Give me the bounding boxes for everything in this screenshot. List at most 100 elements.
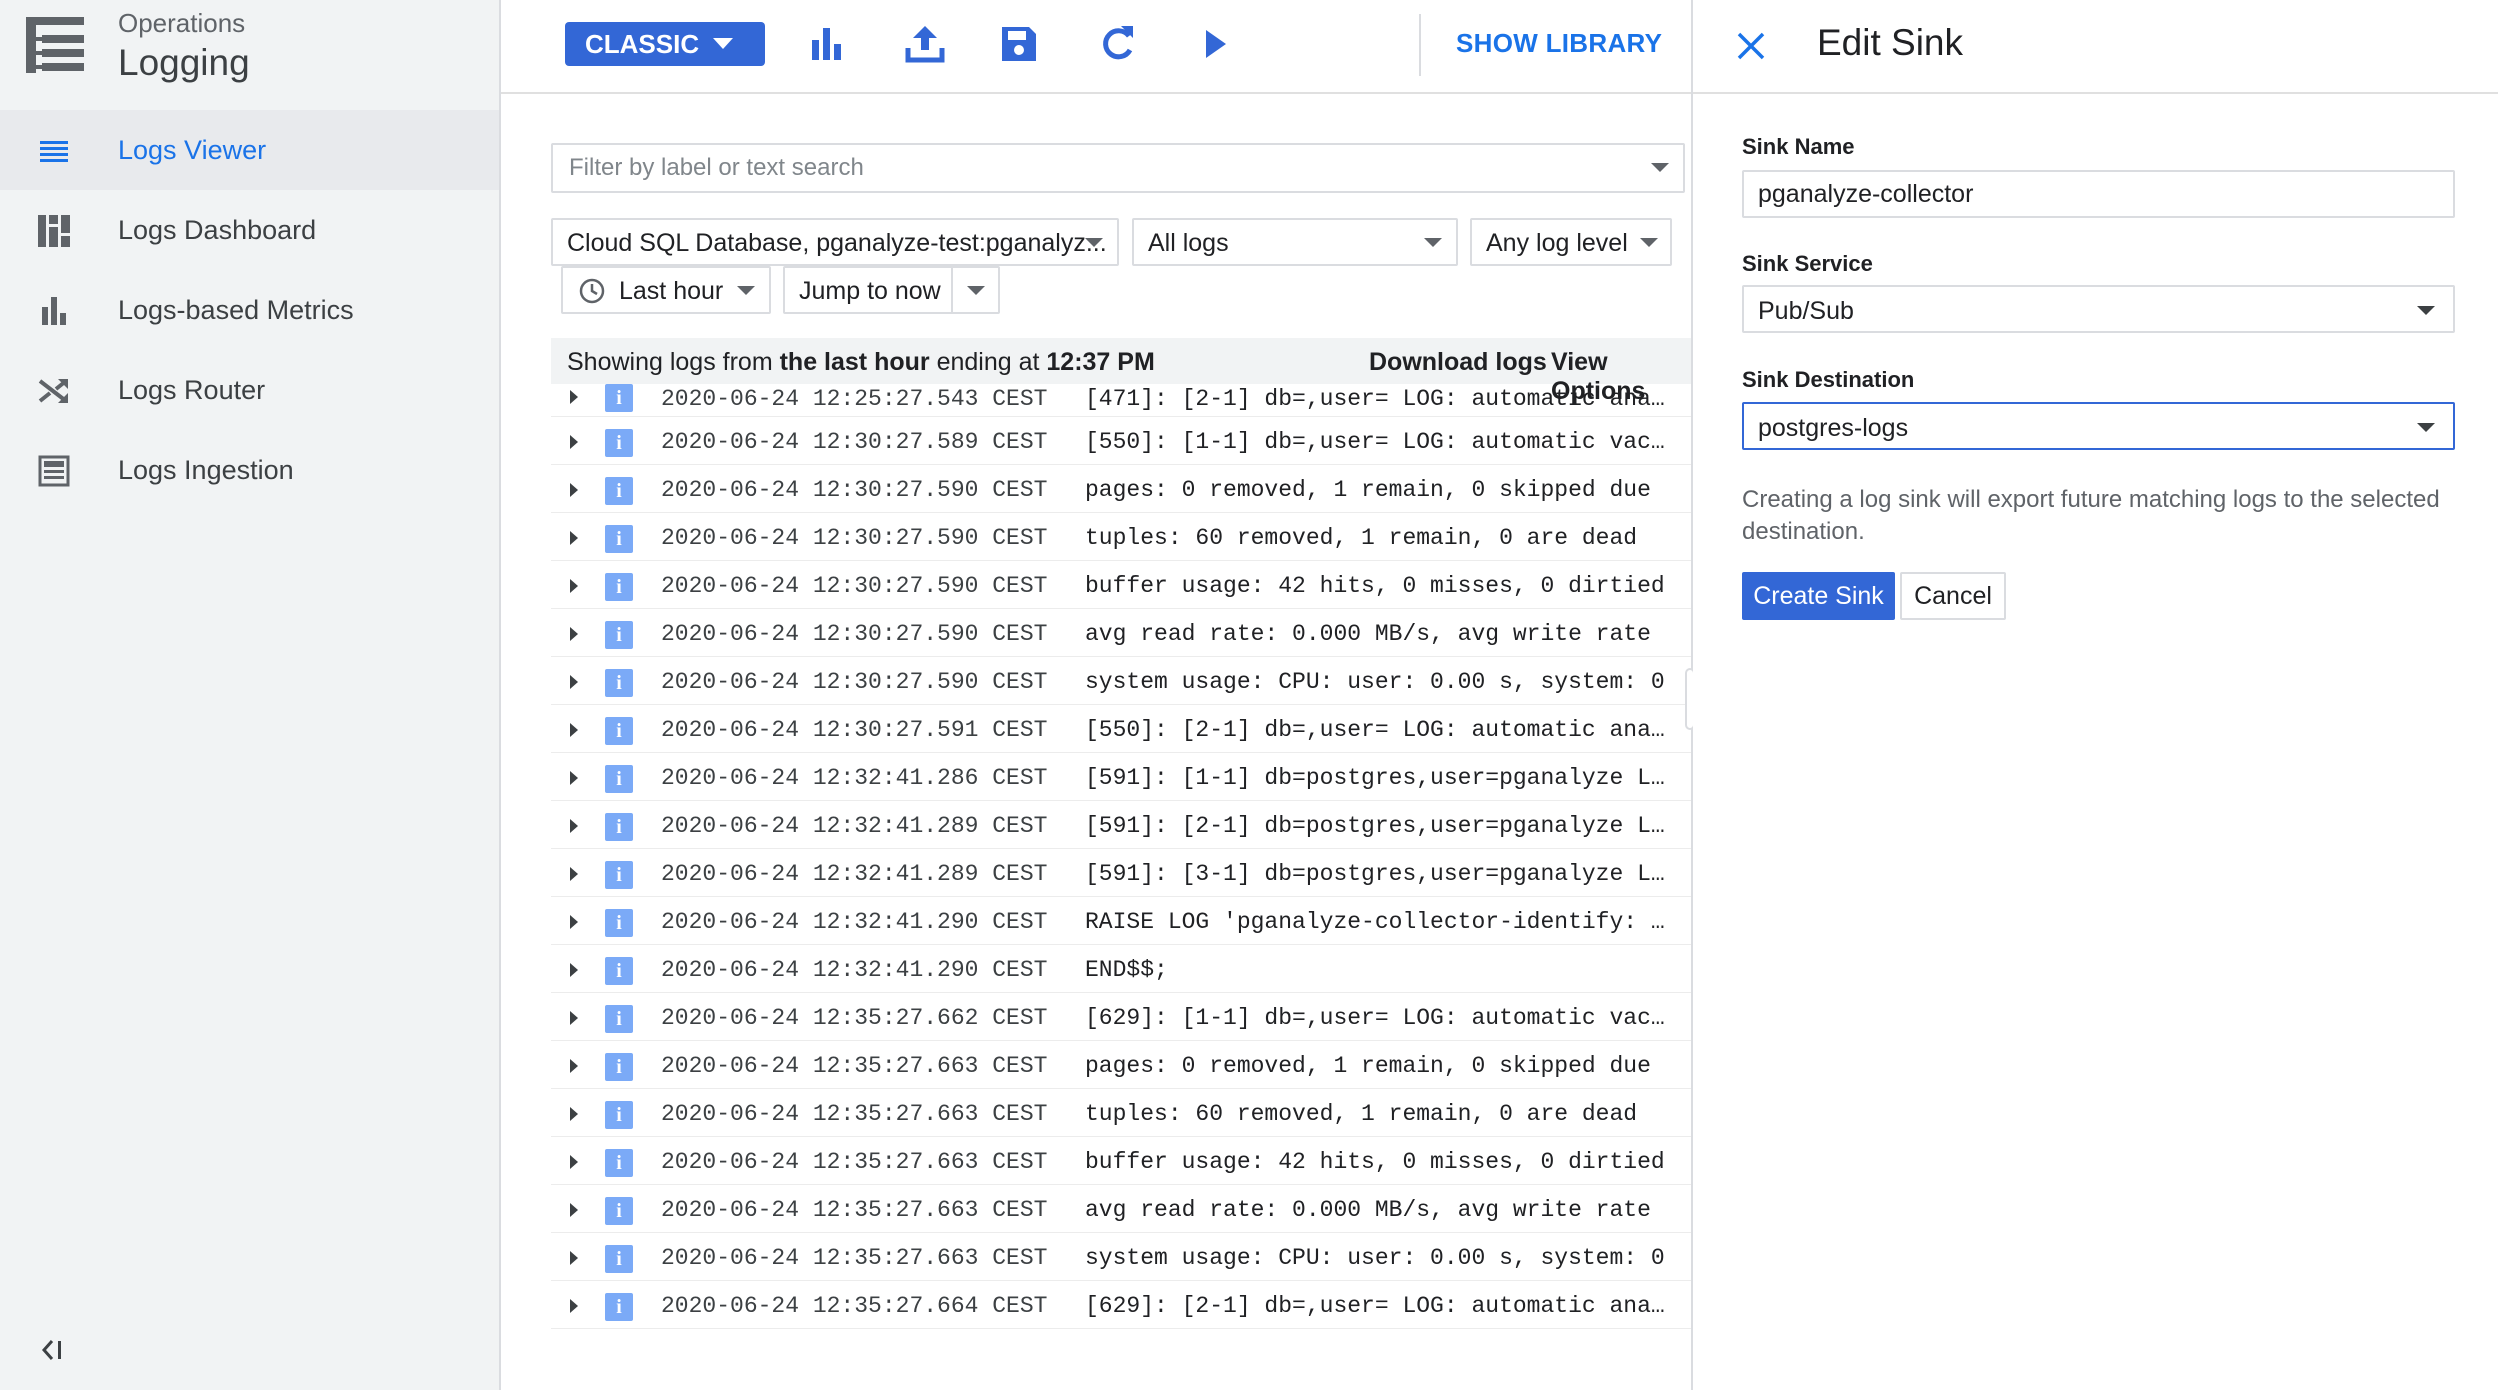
log-message: buffer usage: 42 hits, 0 misses, 0 dirti…	[1085, 1149, 1665, 1175]
expand-arrow-icon[interactable]	[570, 1155, 578, 1169]
chevron-down-icon	[1424, 238, 1442, 247]
clock-icon	[579, 278, 605, 304]
log-row[interactable]: i 2020-06-24 12:35:27.662 CEST [629]: [1-1…	[551, 993, 1691, 1041]
log-row[interactable]: i 2020-06-24 12:30:27.590 CEST avg read ra…	[551, 609, 1691, 657]
expand-arrow-icon[interactable]	[570, 579, 578, 593]
chevron-down-icon[interactable]	[1651, 163, 1669, 172]
shuffle-icon	[38, 379, 68, 403]
info-severity-icon: i	[605, 717, 633, 745]
log-timestamp: 2020-06-24 12:32:41.289 CEST	[661, 861, 1048, 887]
refresh-icon[interactable]	[1095, 22, 1139, 66]
play-icon[interactable]	[1192, 22, 1236, 66]
chevron-down-icon[interactable]	[967, 286, 985, 295]
status-range: the last hour	[779, 348, 930, 376]
log-row[interactable]: i 2020-06-24 12:30:27.590 CEST pages: 0 re…	[551, 465, 1691, 513]
info-severity-icon: i	[605, 477, 633, 505]
save-icon[interactable]	[997, 22, 1041, 66]
expand-arrow-icon[interactable]	[570, 435, 578, 449]
log-message: [629]: [1-1] db=,user= LOG: automatic va…	[1085, 1005, 1677, 1031]
expand-arrow-icon[interactable]	[570, 1299, 578, 1313]
log-row[interactable]: i 2020-06-24 12:35:27.663 CEST system usag…	[551, 1233, 1691, 1281]
log-row[interactable]: i 2020-06-24 12:32:41.289 CEST [591]: [3-1…	[551, 849, 1691, 897]
expand-arrow-icon[interactable]	[570, 531, 578, 545]
info-severity-icon: i	[605, 1197, 633, 1225]
create-sink-button[interactable]: Create Sink	[1742, 572, 1895, 620]
expand-arrow-icon[interactable]	[570, 819, 578, 833]
log-timestamp: 2020-06-24 12:35:27.664 CEST	[661, 1293, 1048, 1319]
resource-selector[interactable]: Cloud SQL Database, pganalyze-test:pgana…	[551, 218, 1119, 266]
log-timestamp: 2020-06-24 12:35:27.662 CEST	[661, 1005, 1048, 1031]
nav-item-logs-based-metrics[interactable]: Logs-based Metrics	[0, 270, 499, 350]
expand-arrow-icon[interactable]	[570, 1107, 578, 1121]
log-row[interactable]: i 2020-06-24 12:25:27.543 CEST [471]: [2-1…	[551, 384, 1691, 417]
log-timestamp: 2020-06-24 12:30:27.590 CEST	[661, 669, 1048, 695]
log-message: system usage: CPU: user: 0.00 s, system:…	[1085, 669, 1665, 695]
classic-label: CLASSIC	[585, 28, 700, 59]
sink-destination-value: postgres-logs	[1758, 414, 1909, 442]
log-level-selector[interactable]: Any log level	[1470, 218, 1672, 266]
log-row[interactable]: i 2020-06-24 12:32:41.290 CEST RAISE LOG '…	[551, 897, 1691, 945]
log-row[interactable]: i 2020-06-24 12:30:27.591 CEST [550]: [2-1…	[551, 705, 1691, 753]
log-level-selector-value: Any log level	[1486, 229, 1628, 257]
expand-arrow-icon[interactable]	[570, 1011, 578, 1025]
expand-arrow-icon[interactable]	[570, 963, 578, 977]
dashboard-icon	[38, 215, 70, 247]
nav-item-logs-dashboard[interactable]: Logs Dashboard	[0, 190, 499, 270]
classic-mode-dropdown[interactable]: CLASSIC	[565, 22, 765, 66]
expand-arrow-icon[interactable]	[570, 483, 578, 497]
expand-arrow-icon[interactable]	[570, 390, 578, 404]
nav-item-logs-router[interactable]: Logs Router	[0, 350, 499, 430]
upload-icon[interactable]	[903, 22, 947, 66]
info-severity-icon: i	[605, 384, 633, 412]
expand-arrow-icon[interactable]	[570, 627, 578, 641]
log-row[interactable]: i 2020-06-24 12:32:41.286 CEST [591]: [1-1…	[551, 753, 1691, 801]
log-row[interactable]: i 2020-06-24 12:30:27.590 CEST tuples: 60 …	[551, 513, 1691, 561]
expand-arrow-icon[interactable]	[570, 771, 578, 785]
jump-to-now-button[interactable]: Jump to now	[799, 277, 941, 306]
expand-arrow-icon[interactable]	[570, 1059, 578, 1073]
log-row[interactable]: i 2020-06-24 12:35:27.663 CEST tuples: 60 …	[551, 1089, 1691, 1137]
download-logs-button[interactable]: Download logs	[1369, 348, 1547, 377]
log-row[interactable]: i 2020-06-24 12:32:41.289 CEST [591]: [2-1…	[551, 801, 1691, 849]
cancel-button[interactable]: Cancel	[1900, 572, 2006, 620]
time-range-selector[interactable]: Last hour	[561, 266, 771, 314]
log-row[interactable]: i 2020-06-24 12:30:27.590 CEST buffer usag…	[551, 561, 1691, 609]
sink-service-select[interactable]: Pub/Sub	[1742, 285, 2455, 333]
nav-label: Logs Ingestion	[118, 454, 294, 485]
filter-search-input[interactable]	[553, 145, 1623, 191]
show-library-button[interactable]: SHOW LIBRARY	[1456, 28, 1662, 59]
log-entry-list[interactable]: i 2020-06-24 12:25:27.543 CEST [471]: [2-1…	[551, 384, 1691, 1354]
info-severity-icon: i	[605, 1149, 633, 1177]
nav-item-logs-viewer[interactable]: Logs Viewer	[0, 110, 499, 190]
collapse-sidebar-icon[interactable]	[38, 1335, 68, 1365]
expand-arrow-icon[interactable]	[570, 675, 578, 689]
chevron-down-icon	[1640, 238, 1658, 247]
product-category: Operations	[118, 8, 246, 38]
log-timestamp: 2020-06-24 12:30:27.589 CEST	[661, 429, 1048, 455]
info-severity-icon: i	[605, 669, 633, 697]
expand-arrow-icon[interactable]	[570, 1203, 578, 1217]
info-severity-icon: i	[605, 1293, 633, 1321]
chart-icon[interactable]	[806, 22, 850, 66]
log-row[interactable]: i 2020-06-24 12:35:27.663 CEST pages: 0 re…	[551, 1041, 1691, 1089]
log-row[interactable]: i 2020-06-24 12:30:27.589 CEST [550]: [1-1…	[551, 417, 1691, 465]
log-row[interactable]: i 2020-06-24 12:30:27.590 CEST system usag…	[551, 657, 1691, 705]
sink-name-input[interactable]	[1742, 170, 2455, 218]
log-name-selector[interactable]: All logs	[1132, 218, 1458, 266]
log-row[interactable]: i 2020-06-24 12:35:27.663 CEST buffer usag…	[551, 1137, 1691, 1185]
log-row[interactable]: i 2020-06-24 12:32:41.290 CEST END$$;	[551, 945, 1691, 993]
nav-item-logs-ingestion[interactable]: Logs Ingestion	[0, 430, 499, 510]
sink-destination-select[interactable]: postgres-logs	[1742, 402, 2455, 450]
log-message: avg read rate: 0.000 MB/s, avg write rat…	[1085, 1197, 1651, 1223]
expand-arrow-icon[interactable]	[570, 1251, 578, 1265]
expand-arrow-icon[interactable]	[570, 867, 578, 881]
close-icon[interactable]	[1733, 28, 1769, 64]
log-timestamp: 2020-06-24 12:30:27.590 CEST	[661, 477, 1048, 503]
expand-arrow-icon[interactable]	[570, 723, 578, 737]
log-row[interactable]: i 2020-06-24 12:35:27.664 CEST [629]: [2-1…	[551, 1281, 1691, 1329]
expand-arrow-icon[interactable]	[570, 915, 578, 929]
log-row[interactable]: i 2020-06-24 12:35:27.663 CEST avg read ra…	[551, 1185, 1691, 1233]
info-severity-icon: i	[605, 813, 633, 841]
info-severity-icon: i	[605, 957, 633, 985]
chevron-down-icon	[2417, 423, 2435, 432]
